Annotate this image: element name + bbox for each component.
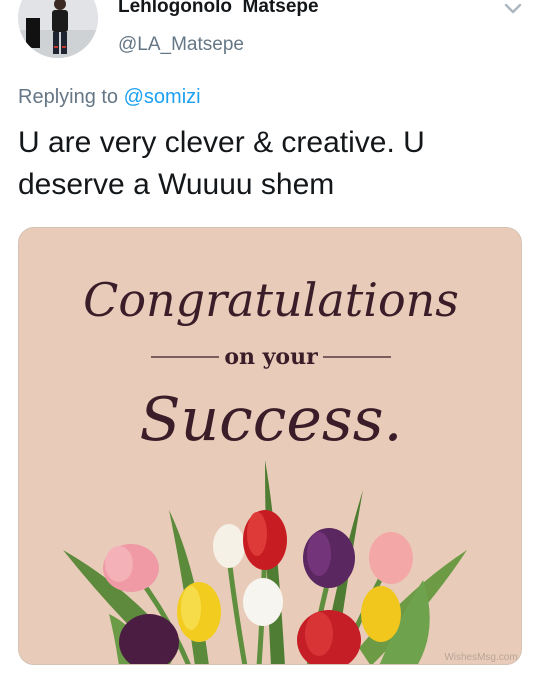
replying-to: Replying to @somizi bbox=[18, 86, 201, 109]
tweet-media-image[interactable]: Congratulations on your Success. WishesM… bbox=[18, 227, 522, 665]
replying-to-label: Replying to bbox=[18, 86, 124, 108]
watermark: WishesMsg.com bbox=[444, 652, 517, 663]
author-display-name[interactable]: Lehlogonolo Matsepe bbox=[118, 0, 319, 18]
reply-mention-link[interactable]: @somizi bbox=[124, 86, 201, 108]
card-success-word: Success. bbox=[139, 385, 402, 455]
card-subline: on your bbox=[224, 344, 318, 370]
tweet-text: U are very clever & creative. U deserve … bbox=[18, 126, 425, 201]
card-headline: Congratulations bbox=[83, 273, 459, 327]
chevron-down-icon[interactable] bbox=[500, 0, 526, 20]
author-handle[interactable]: @LA_Matsepe bbox=[118, 34, 244, 56]
congratulations-card: Congratulations on your Success. WishesM… bbox=[19, 228, 521, 664]
avatar-photo bbox=[18, 0, 98, 58]
avatar[interactable] bbox=[18, 0, 98, 58]
